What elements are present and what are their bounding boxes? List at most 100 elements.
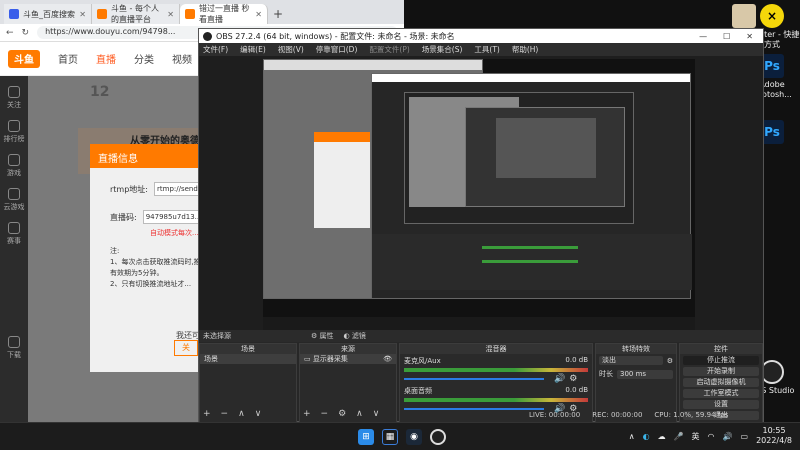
dock-title: 混音器 bbox=[400, 344, 592, 354]
sidebar-item-events[interactable]: 赛事 bbox=[0, 222, 28, 246]
mixer-channel-label: 桌面音频 0.0 dB bbox=[400, 384, 592, 396]
input-language[interactable]: 英 bbox=[692, 431, 700, 442]
wifi-icon[interactable]: ◠ bbox=[708, 432, 715, 441]
dock-title: 来源 bbox=[300, 344, 396, 354]
close-icon[interactable]: ✕ bbox=[79, 10, 86, 19]
nested-deep-obs bbox=[465, 107, 625, 207]
clock-time: 10:55 bbox=[762, 426, 786, 435]
volume-icon[interactable]: 🔊 bbox=[723, 432, 733, 441]
sidebar-item-cloudgame[interactable]: 云游戏 bbox=[0, 188, 28, 212]
add-icon[interactable]: + bbox=[303, 409, 311, 419]
menu-edit[interactable]: 编辑(E) bbox=[240, 44, 266, 55]
tab-label: 错过一直播 秒看直播 bbox=[199, 4, 250, 24]
menu-view[interactable]: 视图(V) bbox=[278, 44, 304, 55]
up-icon[interactable]: ∧ bbox=[238, 409, 245, 419]
source-item[interactable]: ▭ 显示器采集 👁 bbox=[300, 354, 396, 364]
taskbar: ⊞ ▦ ◉ ∧ ◐ ☁ 🎤 英 ◠ 🔊 ▭ 10:55 2022/4/8 bbox=[0, 422, 800, 450]
mixer-channel-label: 麦克风/Aux 0.0 dB bbox=[400, 354, 592, 366]
sidebar-item-follow[interactable]: 关注 bbox=[0, 86, 28, 110]
modal-close-button[interactable]: 关 bbox=[174, 340, 198, 356]
menu-docks[interactable]: 停靠窗口(D) bbox=[316, 44, 358, 55]
minimize-icon[interactable]: — bbox=[699, 32, 707, 41]
douyu-favicon-icon bbox=[97, 9, 107, 19]
clock[interactable]: 10:55 2022/4/8 bbox=[756, 426, 792, 446]
studio-mode-button[interactable]: 工作室模式 bbox=[683, 389, 759, 398]
chevron-up-icon[interactable]: ∧ bbox=[629, 432, 635, 441]
battery-icon[interactable]: ▭ bbox=[741, 432, 749, 441]
obs-taskbar-icon[interactable] bbox=[430, 429, 446, 445]
windows-start-icon[interactable]: ⊞ bbox=[358, 429, 374, 445]
menu-help[interactable]: 帮助(H) bbox=[512, 44, 539, 55]
duration-input[interactable]: 300 ms bbox=[617, 369, 673, 379]
sidebar-item-game[interactable]: 游戏 bbox=[0, 154, 28, 178]
browser-tab[interactable]: 斗鱼 - 每个人的直播平台 ✕ bbox=[92, 4, 180, 24]
close-icon[interactable]: ✕ bbox=[746, 32, 753, 41]
mixer-controls: 🔊 ⚙ bbox=[400, 374, 592, 384]
start-recording-button[interactable]: 开始录制 bbox=[683, 367, 759, 376]
properties-button[interactable]: ⚙ 属性 bbox=[311, 331, 334, 341]
sidebar-label: 排行榜 bbox=[3, 135, 25, 143]
sidebar-item-download[interactable]: 下载 bbox=[0, 336, 28, 360]
obs-preview[interactable] bbox=[199, 56, 763, 331]
add-icon[interactable]: + bbox=[203, 409, 211, 419]
properties-label: 属性 bbox=[319, 332, 334, 340]
tab-label: 斗鱼 - 每个人的直播平台 bbox=[111, 4, 159, 24]
up-icon[interactable]: ∧ bbox=[356, 409, 363, 419]
microphone-icon[interactable]: 🎤 bbox=[674, 432, 684, 441]
sidebar-item-rank[interactable]: 排行榜 bbox=[0, 120, 28, 144]
close-icon[interactable]: ✕ bbox=[255, 10, 262, 19]
nav-live[interactable]: 直播 bbox=[96, 51, 116, 66]
settings-button[interactable]: 设置 bbox=[683, 400, 759, 409]
cloud-icon[interactable]: ☁ bbox=[658, 432, 666, 441]
new-tab-button[interactable]: + bbox=[268, 4, 288, 24]
nav-home[interactable]: 首页 bbox=[58, 51, 78, 66]
channel-db: 0.0 dB bbox=[565, 356, 588, 364]
nested-preview bbox=[404, 92, 634, 224]
steam-icon[interactable]: ◉ bbox=[406, 429, 422, 445]
edge-icon[interactable]: ◐ bbox=[643, 432, 650, 441]
widgets-icon[interactable]: ▦ bbox=[382, 429, 398, 445]
menu-tools[interactable]: 工具(T) bbox=[474, 44, 499, 55]
browser-tab-active[interactable]: 错过一直播 秒看直播 ✕ bbox=[180, 4, 268, 24]
speaker-icon[interactable]: 🔊 bbox=[554, 374, 565, 384]
smiley-shortcut[interactable]: × bbox=[744, 4, 800, 30]
nested-deeper bbox=[496, 118, 596, 178]
down-icon[interactable]: ∨ bbox=[373, 409, 380, 419]
sources-dock: 来源 ▭ 显示器采集 👁 + − ⚙ ∧ ∨ bbox=[299, 343, 397, 423]
gear-icon[interactable]: ⚙ bbox=[667, 357, 673, 365]
close-icon[interactable]: ✕ bbox=[167, 10, 174, 19]
channel-name: 麦克风/Aux bbox=[404, 357, 441, 365]
remove-icon[interactable]: − bbox=[221, 409, 229, 419]
maximize-icon[interactable]: ☐ bbox=[723, 32, 730, 41]
transition-select[interactable]: 淡出 bbox=[599, 356, 663, 365]
preview-capture bbox=[263, 59, 695, 331]
down-icon[interactable]: ∨ bbox=[255, 409, 262, 419]
nested-obs bbox=[371, 73, 692, 299]
gear-icon[interactable]: ⚙ bbox=[569, 374, 577, 384]
filters-button[interactable]: ◐ 滤镜 bbox=[344, 331, 366, 341]
stop-stream-button[interactable]: 停止推流 bbox=[683, 356, 759, 365]
nested-obs-title bbox=[372, 74, 690, 82]
obs-window: OBS 27.2.4 (64 bit, windows) - 配置文件: 未命名… bbox=[198, 28, 764, 423]
download-icon bbox=[8, 336, 20, 348]
virtual-camera-button[interactable]: 启动虚拟摄像机 bbox=[683, 378, 759, 387]
cpu-fps: CPU: 1.0%, 59.94 fps bbox=[654, 411, 729, 419]
gear-icon[interactable]: ⚙ bbox=[338, 409, 346, 419]
eye-icon[interactable]: 👁 bbox=[383, 355, 392, 363]
nav-video[interactable]: 视频 bbox=[172, 51, 192, 66]
menu-scene-collection[interactable]: 场景集合(S) bbox=[422, 44, 463, 55]
channel-name: 桌面音频 bbox=[404, 387, 432, 395]
volume-slider[interactable] bbox=[404, 408, 544, 410]
reload-icon[interactable]: ↻ bbox=[22, 28, 30, 38]
menu-file[interactable]: 文件(F) bbox=[203, 44, 228, 55]
douyu-logo[interactable]: 斗鱼 bbox=[8, 49, 40, 68]
scene-item[interactable]: 场景 bbox=[200, 354, 296, 364]
back-icon[interactable]: ← bbox=[6, 28, 14, 38]
nav-category[interactable]: 分类 bbox=[134, 51, 154, 66]
browser-tabbar: 斗鱼_百度搜索 ✕ 斗鱼 - 每个人的直播平台 ✕ 错过一直播 秒看直播 ✕ + bbox=[0, 0, 404, 24]
browser-tab[interactable]: 斗鱼_百度搜索 ✕ bbox=[4, 4, 92, 24]
tab-label: 斗鱼_百度搜索 bbox=[23, 9, 75, 19]
remove-icon[interactable]: − bbox=[321, 409, 329, 419]
menu-profile[interactable]: 配置文件(P) bbox=[369, 44, 409, 55]
volume-slider[interactable] bbox=[404, 378, 544, 380]
